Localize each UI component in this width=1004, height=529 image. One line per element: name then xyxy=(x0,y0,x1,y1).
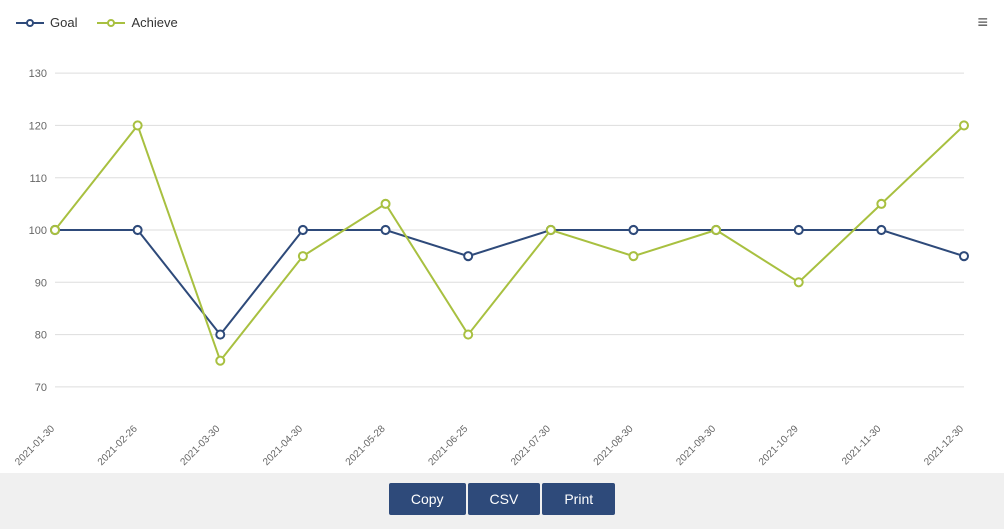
svg-text:70: 70 xyxy=(35,382,47,394)
hamburger-menu-icon[interactable]: ≡ xyxy=(977,12,988,33)
svg-text:110: 110 xyxy=(29,173,47,185)
chart-svg: 7080901001101201302021-01-302021-02-2620… xyxy=(55,47,964,413)
legend: Goal Achieve xyxy=(16,15,178,30)
svg-text:2021-11-30: 2021-11-30 xyxy=(840,423,884,467)
legend-goal-label: Goal xyxy=(50,15,77,30)
chart-area: 70 80 90 100 110 120 130 2021-01-30 2021-02-26 20… xyxy=(0,37,1004,473)
legend-item-goal: Goal xyxy=(16,15,77,30)
svg-text:2021-08-30: 2021-08-30 xyxy=(592,423,636,468)
legend-dot-goal xyxy=(26,19,34,27)
svg-text:2021-01-30: 2021-01-30 xyxy=(13,423,57,468)
svg-text:2021-09-30: 2021-09-30 xyxy=(674,423,718,468)
csv-button[interactable]: CSV xyxy=(468,483,541,515)
legend-line-goal xyxy=(16,22,44,24)
legend-line-achieve xyxy=(97,22,125,24)
svg-text:2021-04-30: 2021-04-30 xyxy=(261,423,305,468)
svg-text:2021-03-30: 2021-03-30 xyxy=(179,423,223,468)
svg-text:80: 80 xyxy=(35,330,47,342)
svg-text:2021-06-25: 2021-06-25 xyxy=(426,423,470,468)
svg-text:2021-02-26: 2021-02-26 xyxy=(96,423,140,468)
svg-text:100: 100 xyxy=(29,225,47,237)
chart-container: Goal Achieve ≡ 70 80 90 100 110 120 130 2021-01… xyxy=(0,0,1004,524)
svg-text:2021-10-29: 2021-10-29 xyxy=(757,423,801,468)
chart-header: Goal Achieve ≡ xyxy=(0,0,1004,37)
print-button[interactable]: Print xyxy=(542,483,615,515)
svg-text:2021-12-30: 2021-12-30 xyxy=(922,423,966,468)
svg-text:130: 130 xyxy=(29,68,47,80)
copy-button[interactable]: Copy xyxy=(389,483,466,515)
svg-text:90: 90 xyxy=(35,277,47,289)
legend-item-achieve: Achieve xyxy=(97,15,177,30)
svg-text:2021-07-30: 2021-07-30 xyxy=(509,423,553,468)
legend-achieve-label: Achieve xyxy=(131,15,177,30)
svg-text:120: 120 xyxy=(29,120,47,132)
svg-text:2021-05-28: 2021-05-28 xyxy=(344,423,388,468)
footer-buttons: Copy CSV Print xyxy=(0,473,1004,529)
legend-dot-achieve xyxy=(107,19,115,27)
